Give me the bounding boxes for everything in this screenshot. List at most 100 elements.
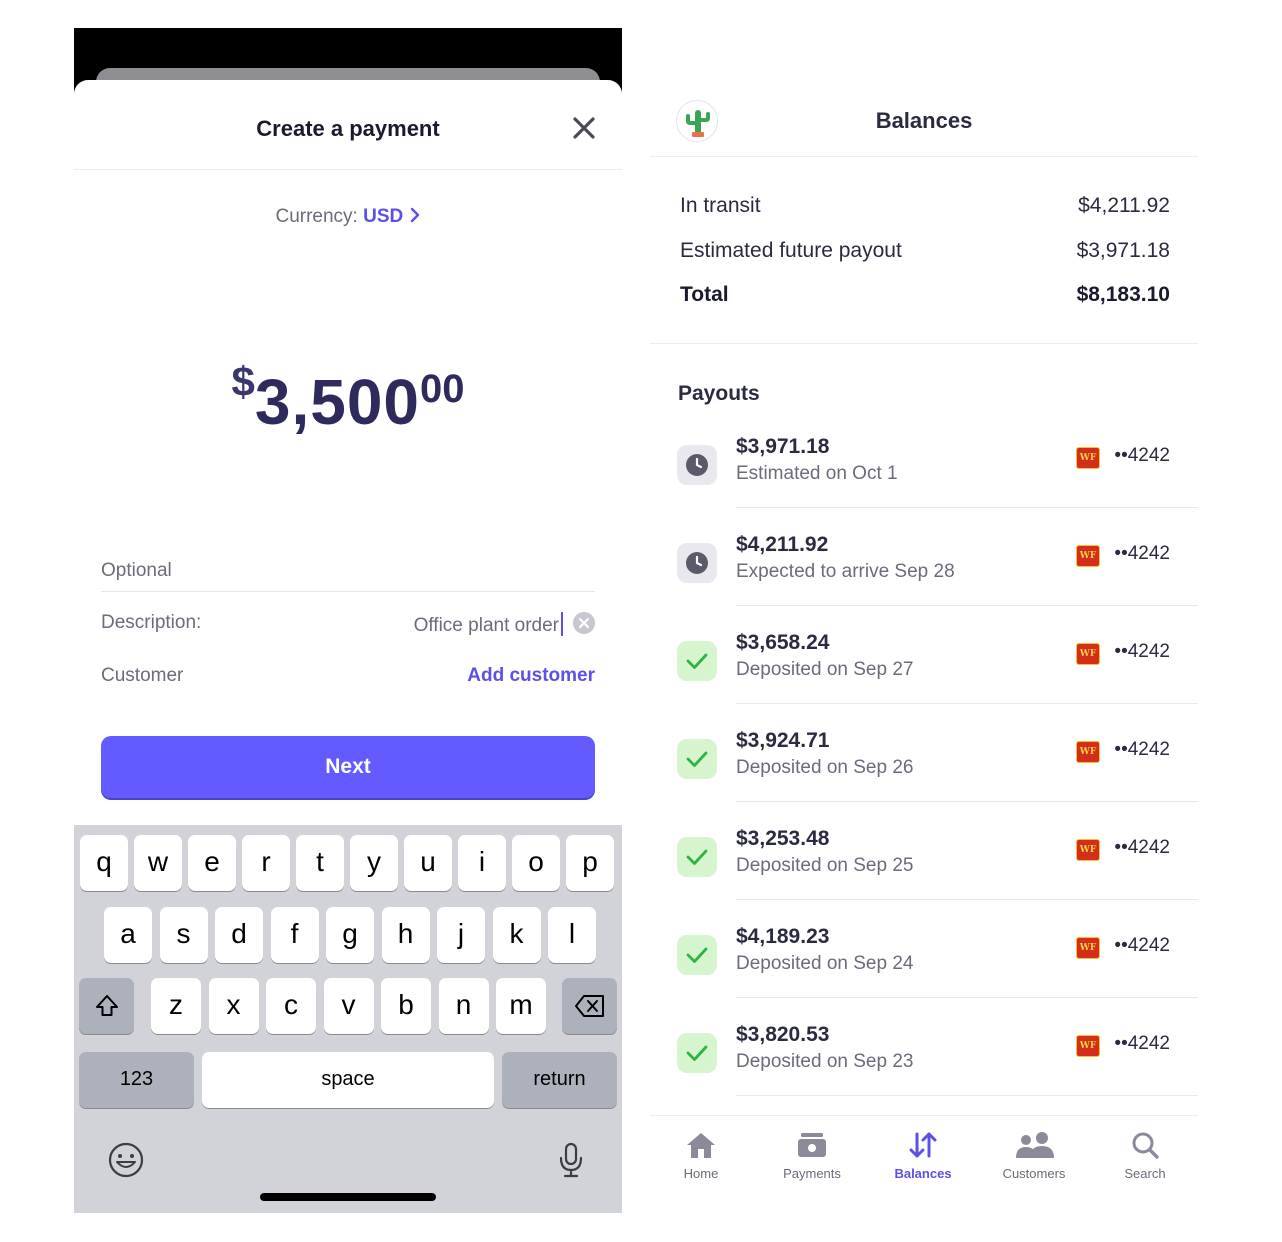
payout-status: Expected to arrive Sep 28 <box>736 561 955 582</box>
backspace-key[interactable] <box>562 978 617 1034</box>
future-payout-value: $3,971.18 <box>1076 239 1170 262</box>
balances-icon <box>909 1132 937 1158</box>
key-r[interactable]: r <box>242 835 290 891</box>
home-indicator <box>260 1193 436 1201</box>
tab-payments-label: Payments <box>783 1166 841 1181</box>
key-x[interactable]: x <box>208 978 259 1034</box>
payout-row[interactable]: $4,189.23 Deposited on Sep 24 WF ••4242 <box>650 925 1198 1033</box>
payout-account: ••4242 <box>1114 445 1170 466</box>
key-d[interactable]: d <box>215 907 263 963</box>
balances-header: Balances <box>650 80 1198 157</box>
key-a[interactable]: a <box>104 907 152 963</box>
payout-row[interactable]: $3,658.24 Deposited on Sep 27 WF ••4242 <box>650 631 1198 739</box>
shift-icon <box>95 995 118 1016</box>
payout-account: ••4242 <box>1114 837 1170 858</box>
key-o[interactable]: o <box>512 835 560 891</box>
key-y[interactable]: y <box>350 835 398 891</box>
return-key[interactable]: return <box>502 1052 617 1108</box>
payment-sheet: Create a payment Currency: USD $3,50000 … <box>74 80 622 1213</box>
total-label: Total <box>680 283 729 306</box>
space-key[interactable]: space <box>202 1052 494 1108</box>
tab-search[interactable]: Search <box>1090 1130 1198 1181</box>
numbers-key[interactable]: 123 <box>79 1052 194 1108</box>
payout-amount: $3,924.71 <box>736 729 830 752</box>
amount-cents: 00 <box>420 367 465 411</box>
key-s[interactable]: s <box>159 907 208 963</box>
tab-search-label: Search <box>1124 1166 1166 1181</box>
key-t[interactable]: t <box>296 835 344 891</box>
payout-status: Estimated on Oct 1 <box>736 463 898 484</box>
bank-logo-icon: WF <box>1076 1035 1100 1057</box>
page-title: Balances <box>875 108 973 133</box>
key-l[interactable]: l <box>548 907 596 963</box>
row-divider <box>736 801 1198 802</box>
microphone-icon[interactable] <box>551 1140 591 1180</box>
payout-status: Deposited on Sep 24 <box>736 953 914 974</box>
key-p[interactable]: p <box>566 835 614 891</box>
clock-icon <box>677 543 717 583</box>
shift-key[interactable] <box>79 978 134 1034</box>
clear-text-icon[interactable] <box>573 612 595 634</box>
key-n[interactable]: n <box>438 978 489 1034</box>
payout-status: Deposited on Sep 27 <box>736 659 914 680</box>
key-e[interactable]: e <box>188 835 236 891</box>
close-icon[interactable] <box>570 114 598 142</box>
checkmark-icon <box>677 739 717 779</box>
payout-amount: $4,211.92 <box>736 533 829 556</box>
chevron-right-icon <box>410 207 419 223</box>
payout-row[interactable]: $3,924.71 Deposited on Sep 26 WF ••4242 <box>650 729 1198 837</box>
emoji-icon[interactable] <box>106 1140 146 1180</box>
key-j[interactable]: j <box>437 907 485 963</box>
key-h[interactable]: h <box>381 907 430 963</box>
balances-screen: Balances In transit $4,211.92 Estimated … <box>650 80 1198 1200</box>
tab-balances[interactable]: Balances <box>868 1130 978 1181</box>
create-payment-screen: Create a payment Currency: USD $3,50000 … <box>74 28 622 1213</box>
currency-selector[interactable]: Currency: USD <box>74 206 622 228</box>
payout-row[interactable]: $3,253.48 Deposited on Sep 25 WF ••4242 <box>650 827 1198 935</box>
bank-logo-icon: WF <box>1076 545 1100 567</box>
payout-row[interactable]: $4,211.92 Expected to arrive Sep 28 WF •… <box>650 533 1198 641</box>
bank-logo-icon: WF <box>1076 839 1100 861</box>
key-v[interactable]: v <box>323 978 374 1034</box>
payout-amount: $3,971.18 <box>736 435 830 458</box>
payout-status: Deposited on Sep 26 <box>736 757 914 778</box>
payout-status: Deposited on Sep 23 <box>736 1051 914 1072</box>
description-row[interactable]: Description: Office plant order <box>101 612 595 644</box>
tab-customers[interactable]: Customers <box>979 1130 1089 1181</box>
key-w[interactable]: w <box>134 835 182 891</box>
payout-account: ••4242 <box>1114 1033 1170 1054</box>
description-input[interactable]: Office plant order <box>414 612 563 637</box>
tab-customers-label: Customers <box>1002 1166 1066 1181</box>
text-cursor <box>561 612 563 636</box>
key-k[interactable]: k <box>492 907 541 963</box>
amount-currency-symbol: $ <box>231 358 255 405</box>
optional-section-label: Optional <box>101 560 595 592</box>
payout-amount: $3,253.48 <box>736 827 830 850</box>
bank-logo-icon: WF <box>1076 937 1100 959</box>
currency-value[interactable]: USD <box>363 206 403 227</box>
clock-icon <box>677 445 717 485</box>
key-q[interactable]: q <box>80 835 128 891</box>
key-g[interactable]: g <box>326 907 374 963</box>
key-c[interactable]: c <box>266 978 316 1034</box>
key-m[interactable]: m <box>496 978 546 1034</box>
customers-icon <box>1016 1132 1054 1158</box>
home-icon <box>687 1133 715 1158</box>
payments-icon <box>798 1133 826 1157</box>
key-b[interactable]: b <box>381 978 431 1034</box>
add-customer-link[interactable]: Add customer <box>467 665 595 687</box>
key-f[interactable]: f <box>270 907 319 963</box>
bank-logo-icon: WF <box>1076 741 1100 763</box>
key-i[interactable]: i <box>458 835 506 891</box>
currency-label: Currency: <box>275 206 358 227</box>
payout-account: ••4242 <box>1114 935 1170 956</box>
total-row: Total $8,183.10 <box>680 283 1170 307</box>
tab-payments[interactable]: Payments <box>757 1130 867 1181</box>
key-z[interactable]: z <box>151 978 201 1034</box>
tab-home[interactable]: Home <box>650 1130 756 1181</box>
key-u[interactable]: u <box>404 835 452 891</box>
payout-row[interactable]: $3,971.18 Estimated on Oct 1 WF ••4242 <box>650 435 1198 543</box>
amount-display: $3,50000 <box>74 358 622 439</box>
next-button[interactable]: Next <box>101 736 595 798</box>
row-divider <box>736 507 1198 508</box>
